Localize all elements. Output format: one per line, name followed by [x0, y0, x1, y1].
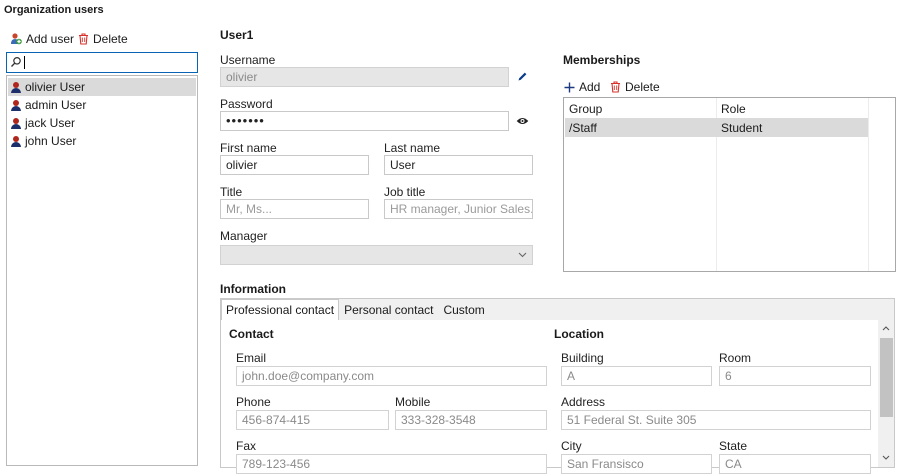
user-icon [11, 117, 21, 129]
plus-icon [564, 82, 575, 92]
phone-field[interactable]: 456-874-415 [236, 410, 389, 430]
location-heading: Location [554, 327, 604, 341]
username-label: Username [220, 53, 276, 67]
add-user-icon [11, 33, 22, 45]
user-list-item[interactable]: john User [8, 132, 196, 150]
user-list-item[interactable]: jack User [8, 114, 196, 132]
title-label: Title [220, 185, 243, 199]
pencil-icon[interactable] [517, 71, 528, 82]
user-list-item[interactable]: admin User [8, 96, 196, 114]
add-membership-label: Add [579, 80, 601, 94]
vertical-scrollbar[interactable] [878, 320, 894, 467]
fax-field[interactable]: 789-123-456 [236, 454, 547, 474]
email-field[interactable]: john.doe@company.com [236, 366, 547, 386]
role-cell: Student [721, 121, 763, 135]
user-label: admin User [25, 98, 87, 112]
delete-membership-label: Delete [625, 80, 660, 94]
information-tabs: Professional contact Personal contact Cu… [221, 299, 894, 321]
tab-content: Contact Email john.doe@company.com Phone… [221, 320, 894, 474]
information-panel: Professional contact Personal contact Cu… [220, 298, 895, 474]
mobile-field[interactable]: 333-328-3548 [395, 410, 547, 430]
tab-professional-contact[interactable]: Professional contact [221, 299, 340, 321]
user-label: olivier User [25, 80, 86, 94]
user-icon [11, 81, 21, 93]
fax-label: Fax [236, 439, 257, 453]
user-icon [11, 135, 21, 147]
trash-icon [79, 33, 88, 45]
information-title: Information [220, 282, 286, 296]
mobile-label: Mobile [395, 395, 431, 409]
add-membership-button[interactable]: Add [564, 80, 600, 94]
tab-personal-contact[interactable]: Personal contact [339, 299, 438, 320]
memberships-title: Memberships [563, 53, 641, 67]
column-header-group[interactable]: Group [569, 102, 602, 116]
password-field[interactable]: ••••••• [220, 111, 509, 131]
user-label: jack User [25, 116, 76, 130]
search-icon [10, 57, 21, 67]
text-caret [24, 56, 25, 69]
manager-label: Manager [220, 229, 268, 243]
password-label: Password [220, 97, 273, 111]
memberships-table[interactable]: Group Role /Staff Student [563, 97, 896, 272]
manager-select[interactable] [220, 245, 533, 265]
tab-custom[interactable]: Custom [438, 299, 489, 320]
state-label: State [719, 439, 748, 453]
add-user-button[interactable]: Add user [10, 32, 74, 46]
delete-user-label: Delete [93, 32, 128, 46]
user-list[interactable]: olivier User admin User jack User john U… [6, 75, 198, 466]
last-name-field[interactable]: User [384, 155, 533, 175]
address-label: Address [561, 395, 606, 409]
city-label: City [561, 439, 582, 453]
building-label: Building [561, 351, 604, 365]
page-title: Organization users [4, 4, 104, 16]
scrollbar-thumb[interactable] [880, 338, 893, 417]
delete-user-button[interactable]: Delete [78, 32, 128, 46]
add-user-label: Add user [26, 32, 75, 46]
user-detail-title: User1 [220, 28, 254, 42]
chevron-down-icon [518, 252, 527, 258]
table-row[interactable]: /Staff Student [565, 118, 868, 137]
last-name-label: Last name [384, 141, 441, 155]
contact-heading: Contact [229, 327, 274, 341]
phone-label: Phone [236, 395, 271, 409]
building-field[interactable]: A [561, 366, 712, 386]
room-label: Room [719, 351, 752, 365]
user-label: john User [25, 134, 77, 148]
search-input[interactable] [6, 52, 198, 73]
group-cell: /Staff [569, 121, 597, 135]
room-field[interactable]: 6 [719, 366, 871, 386]
first-name-field[interactable]: olivier [220, 155, 369, 175]
username-field: olivier [220, 67, 509, 87]
address-field[interactable]: 51 Federal St. Suite 305 [561, 410, 871, 430]
scroll-up-icon[interactable] [882, 326, 890, 331]
user-icon [11, 99, 21, 111]
column-header-role[interactable]: Role [721, 102, 746, 116]
user-list-item[interactable]: olivier User [8, 78, 196, 96]
city-field[interactable]: San Fransisco [561, 454, 712, 474]
eye-icon[interactable] [516, 116, 529, 126]
trash-icon [611, 81, 620, 93]
job-title-field[interactable]: HR manager, Junior Sales... [384, 199, 533, 219]
state-field[interactable]: CA [719, 454, 871, 474]
scroll-down-icon[interactable] [882, 455, 890, 460]
job-title-label: Job title [384, 185, 426, 199]
delete-membership-button[interactable]: Delete [610, 80, 660, 94]
first-name-label: First name [220, 141, 277, 155]
email-label: Email [236, 351, 267, 365]
title-field[interactable]: Mr, Ms... [220, 199, 369, 219]
